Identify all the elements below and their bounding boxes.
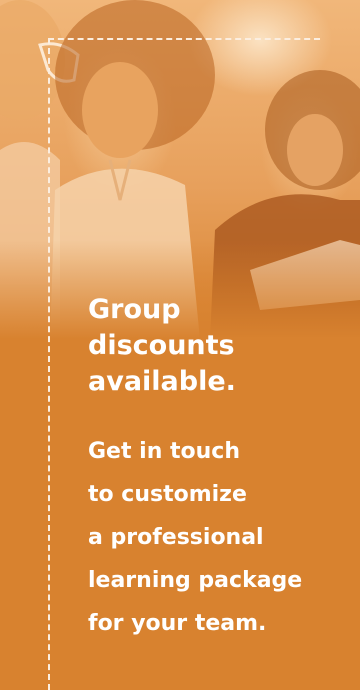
body-line: for your team. — [88, 611, 267, 636]
team-meeting-photo — [0, 0, 360, 350]
body-line: to customize — [88, 482, 247, 507]
promo-card: Group discounts available. Get in touch … — [0, 0, 360, 690]
dashed-frame-left — [48, 38, 50, 690]
promo-body-text: Get in touch to customize a professional… — [88, 430, 348, 645]
headline-line: available. — [88, 366, 236, 397]
headline-line: discounts — [88, 330, 235, 361]
body-line: a professional — [88, 525, 264, 550]
headline-line: Group — [88, 294, 181, 325]
body-line: Get in touch — [88, 439, 241, 464]
body-line: learning package — [88, 568, 303, 593]
dashed-frame-top — [48, 38, 320, 40]
promo-headline: Group discounts available. — [88, 292, 338, 400]
